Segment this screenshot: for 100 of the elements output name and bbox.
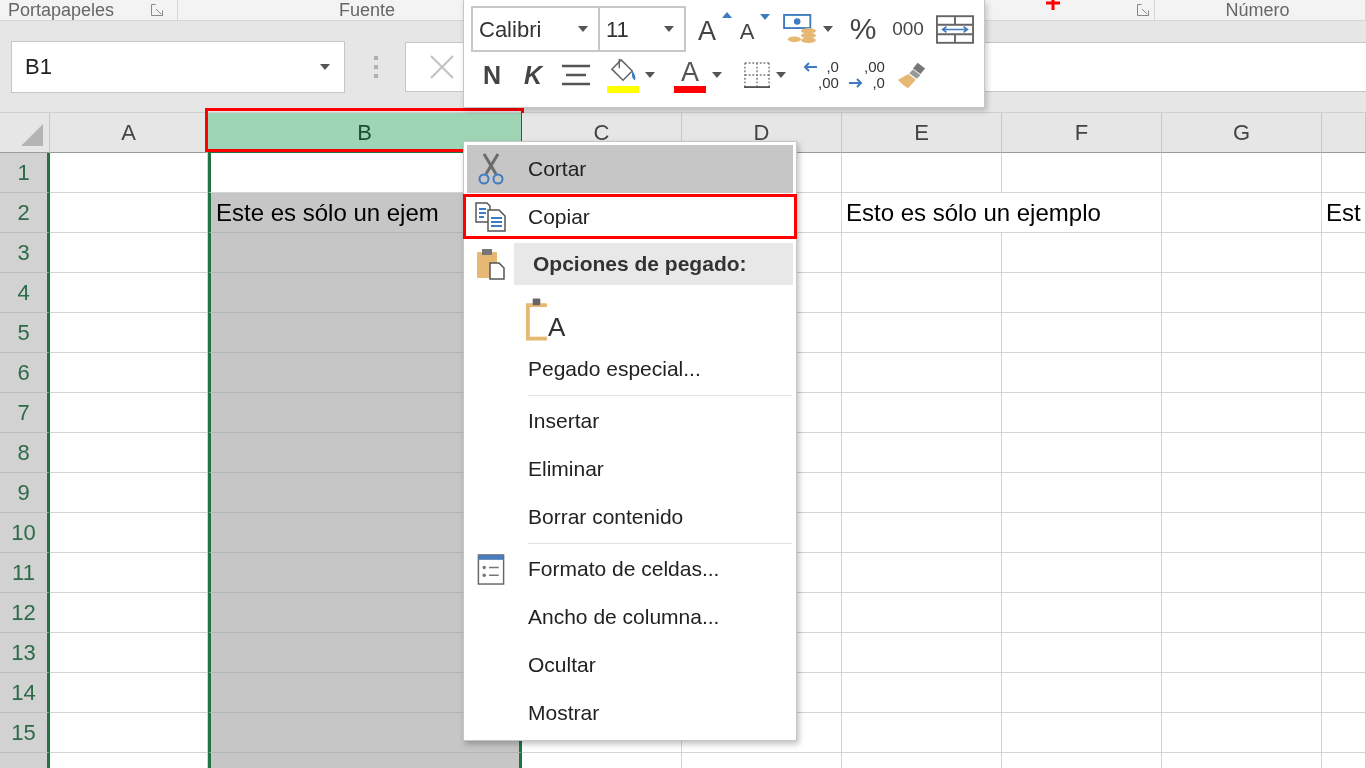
sheet-cell[interactable]	[842, 713, 1002, 753]
italic-button[interactable]: K	[514, 54, 552, 96]
sheet-cell[interactable]	[842, 473, 1002, 513]
sheet-cell[interactable]	[842, 393, 1002, 433]
row-header[interactable]: 3	[0, 233, 50, 273]
row-header[interactable]: 10	[0, 513, 50, 553]
sheet-cell[interactable]	[1002, 393, 1162, 433]
sheet-cell[interactable]	[842, 633, 1002, 673]
sheet-cell[interactable]	[1002, 273, 1162, 313]
sheet-cell[interactable]	[1002, 353, 1162, 393]
sheet-cell[interactable]	[1002, 433, 1162, 473]
name-box[interactable]: B1	[11, 40, 345, 93]
sheet-cell[interactable]	[1322, 553, 1366, 593]
sheet-cell[interactable]	[1162, 513, 1322, 553]
grow-font-button[interactable]: A	[696, 8, 734, 50]
sheet-cell[interactable]	[50, 513, 208, 553]
row-header[interactable]: 5	[0, 313, 50, 353]
sheet-cell[interactable]	[1162, 313, 1322, 353]
menu-item[interactable]: Formato de celdas...	[467, 545, 793, 593]
sheet-cell[interactable]	[1162, 233, 1322, 273]
sheet-cell[interactable]	[842, 593, 1002, 633]
close-icon[interactable]	[430, 54, 454, 79]
sheet-cell[interactable]	[1322, 273, 1366, 313]
sheet-cell[interactable]	[50, 393, 208, 433]
bold-button[interactable]: N	[474, 54, 510, 96]
sheet-cell[interactable]	[1162, 673, 1322, 713]
sheet-cell[interactable]	[1162, 433, 1322, 473]
launcher-icon[interactable]	[151, 4, 163, 16]
row-header[interactable]: 12	[0, 593, 50, 633]
row-header[interactable]: 9	[0, 473, 50, 513]
percent-button[interactable]: %	[843, 8, 883, 50]
sheet-cell[interactable]	[1162, 593, 1322, 633]
sheet-cell[interactable]	[1322, 673, 1366, 713]
sheet-cell[interactable]	[842, 273, 1002, 313]
sheet-cell[interactable]	[1002, 633, 1162, 673]
row-header[interactable]: 15	[0, 713, 50, 753]
sheet-cell[interactable]	[1002, 233, 1162, 273]
sheet-cell[interactable]	[1322, 433, 1366, 473]
column-header[interactable]: A	[50, 113, 208, 153]
menu-item[interactable]: Cortar	[467, 145, 793, 193]
menu-item[interactable]: Borrar contenido	[467, 493, 793, 541]
sheet-cell[interactable]	[1162, 353, 1322, 393]
sheet-cell[interactable]	[1162, 393, 1322, 433]
sheet-cell[interactable]	[1002, 513, 1162, 553]
row-header[interactable]: 7	[0, 393, 50, 433]
thousands-button[interactable]: 000	[886, 8, 930, 50]
font-combo[interactable]: Calibri	[471, 6, 600, 52]
sheet-cell[interactable]	[1322, 513, 1366, 553]
sheet-cell[interactable]	[50, 233, 208, 273]
size-combo[interactable]: 11	[600, 6, 686, 52]
sheet-cell[interactable]	[842, 553, 1002, 593]
sheet-cell[interactable]	[50, 313, 208, 353]
sheet-cell[interactable]	[1002, 593, 1162, 633]
decrease-decimal-button[interactable]: ,00 ,0	[846, 54, 888, 96]
sheet-cell[interactable]	[1002, 313, 1162, 353]
sheet-cell[interactable]: Esto es sólo un ejemplo	[842, 193, 1162, 233]
column-header[interactable]: F	[1002, 113, 1162, 153]
row-header[interactable]: 6	[0, 353, 50, 393]
sheet-cell[interactable]	[1002, 553, 1162, 593]
sheet-cell[interactable]	[1322, 313, 1366, 353]
sheet-cell[interactable]	[1322, 473, 1366, 513]
sheet-cell[interactable]	[1162, 153, 1322, 193]
sheet-cell[interactable]	[1162, 633, 1322, 673]
row-header[interactable]: 2	[0, 193, 50, 233]
sheet-cell[interactable]	[50, 713, 208, 753]
menu-item[interactable]: Ocultar	[467, 641, 793, 689]
sheet-cell[interactable]	[1002, 673, 1162, 713]
sheet-cell[interactable]	[50, 153, 208, 193]
column-header[interactable]: E	[842, 113, 1002, 153]
menu-item[interactable]: Pegado especial...	[467, 345, 793, 393]
sheet-cell[interactable]	[1322, 713, 1366, 753]
sheet-cell[interactable]	[842, 673, 1002, 713]
sheet-cell[interactable]	[1162, 713, 1322, 753]
paste-option-button[interactable]: A	[524, 291, 568, 341]
shrink-font-button[interactable]: A	[737, 8, 773, 50]
sheet-cell[interactable]	[50, 633, 208, 673]
sheet-cell[interactable]	[50, 673, 208, 713]
sheet-cell[interactable]	[1322, 633, 1366, 673]
row-header[interactable]: 4	[0, 273, 50, 313]
sheet-cell[interactable]	[50, 553, 208, 593]
sheet-cell[interactable]	[1002, 473, 1162, 513]
menu-item[interactable]: Eliminar	[467, 445, 793, 493]
sheet-cell[interactable]	[50, 273, 208, 313]
sheet-cell[interactable]	[50, 193, 208, 233]
menu-item[interactable]: Mostrar	[467, 689, 793, 737]
sheet-cell[interactable]	[50, 593, 208, 633]
sheet-cell[interactable]	[1322, 153, 1366, 193]
sheet-cell[interactable]	[1322, 353, 1366, 393]
row-header[interactable]: 13	[0, 633, 50, 673]
row-header[interactable]: 11	[0, 553, 50, 593]
font-color-button[interactable]: A	[666, 54, 730, 96]
sheet-cell[interactable]	[1322, 393, 1366, 433]
row-header[interactable]: 8	[0, 433, 50, 473]
sheet-cell[interactable]	[50, 353, 208, 393]
sheet-cell[interactable]	[1162, 193, 1322, 233]
column-header[interactable]: G	[1162, 113, 1322, 153]
sheet-cell[interactable]	[1322, 593, 1366, 633]
column-header[interactable]	[1322, 113, 1366, 153]
sheet-cell[interactable]	[1162, 473, 1322, 513]
row-header[interactable]: 1	[0, 153, 50, 193]
